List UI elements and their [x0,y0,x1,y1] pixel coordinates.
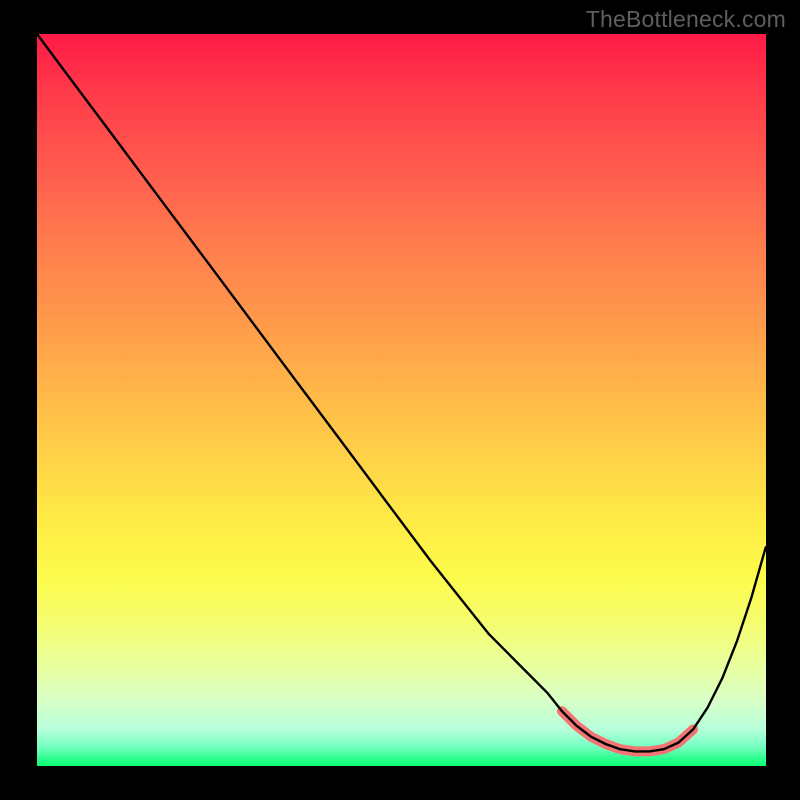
watermark-text: TheBottleneck.com [586,6,786,33]
bottleneck-curve [37,34,766,751]
chart-frame: TheBottleneck.com [0,0,800,800]
chart-overlay [37,34,766,766]
